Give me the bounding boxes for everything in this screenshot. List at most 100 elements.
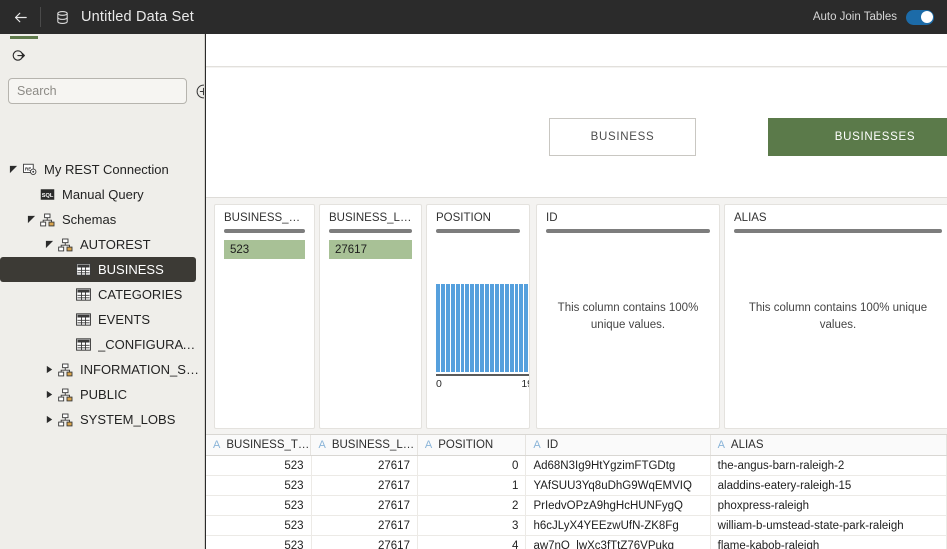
schema-icon — [58, 388, 73, 401]
profile-card-business-total[interactable]: BUSINESS_TOTAL 523 — [214, 204, 315, 429]
histogram-bar — [494, 284, 499, 372]
table-icon — [76, 263, 91, 276]
profile-card-position[interactable]: POSITION 0 19 — [426, 204, 530, 429]
table-cell: 4 — [418, 536, 527, 549]
refresh-connection-icon[interactable] — [8, 45, 28, 65]
twisty-collapsed-icon[interactable] — [45, 390, 54, 399]
profile-value-bar: 523 — [224, 240, 305, 259]
profile-card-id[interactable]: ID This column contains 100% unique value… — [536, 204, 720, 429]
twisty-collapsed-icon[interactable] — [45, 415, 54, 424]
grid-column-label: POSITION — [438, 439, 494, 451]
tree-item-system-lobs[interactable]: SYSTEM_LOBS — [0, 407, 204, 432]
grid-column-header[interactable]: A ALIAS — [711, 435, 947, 455]
column-type-icon: A — [424, 439, 433, 451]
join-diagram-pane: BUSINESS BUSINESSES — [206, 68, 947, 198]
data-set-main-panel: BUSINESS BUSINESSES BUSINESS_TOTAL523BUS… — [206, 34, 947, 549]
table-cell: 523 — [206, 456, 312, 475]
grid-column-label: BUSINESS_T… — [226, 439, 310, 451]
column-type-icon: A — [533, 439, 541, 451]
grid-body: 523 27617 0 Ad68N3Ig9HtYgzimFTGDtg the-angus… — [206, 456, 947, 549]
table-row[interactable]: 523 27617 1 YAfSUU3Yq8uDhG9WqEMVIQ aladdins-… — [206, 476, 947, 496]
histogram-bar — [514, 284, 519, 372]
join-target-table-button[interactable]: BUSINESSES — [768, 118, 947, 156]
table-row[interactable]: 523 27617 3 h6cJLyX4YEEzwUfN-ZK8Fg william-b… — [206, 516, 947, 536]
grid-column-header[interactable]: A BUSINESS_T… — [206, 435, 312, 455]
tree-twisty[interactable] — [42, 390, 56, 399]
table-icon — [76, 313, 91, 326]
tree-item-information-sc[interactable]: INFORMATION_SC… — [0, 357, 204, 382]
tree-item-label: My REST Connection — [44, 162, 169, 177]
profile-card-business-loc[interactable]: BUSINESS_LOC… 27617 — [319, 204, 422, 429]
svg-text:SQL: SQL — [42, 193, 54, 199]
schema-icon — [58, 363, 73, 376]
twisty-expanded-icon[interactable] — [45, 240, 54, 249]
tree-item-my-rest-connection[interactable]: RE My REST Connection — [0, 157, 204, 182]
histogram-bar — [470, 284, 475, 372]
tree-twisty[interactable] — [42, 240, 56, 249]
auto-join-tables-toggle[interactable] — [906, 9, 934, 25]
grid-column-header[interactable]: A ID — [526, 435, 711, 455]
table-icon — [74, 263, 93, 276]
title-bar-right-group: Auto Join Tables — [813, 9, 947, 25]
table-row[interactable]: 523 27617 4 aw7nO_lwXc3fTtZ76VPukg flame-kab… — [206, 536, 947, 549]
grid-column-header[interactable]: A BUSINESS_L… — [311, 435, 418, 455]
table-cell: 27617 — [312, 516, 418, 535]
profile-value-label: 27617 — [335, 243, 367, 256]
profile-card-alias[interactable]: ALIAS This column contains 100% unique va… — [724, 204, 947, 429]
search-input[interactable] — [8, 78, 187, 104]
schema-icon — [56, 238, 75, 252]
add-circle-icon[interactable] — [195, 83, 204, 100]
tree-item-manual-query[interactable]: SQL Manual Query — [0, 182, 204, 207]
histogram-bar — [460, 284, 465, 372]
table-cell: 523 — [206, 516, 312, 535]
tree-item-label: PUBLIC — [80, 387, 127, 402]
table-row[interactable]: 523 27617 0 Ad68N3Ig9HtYgzimFTGDtg the-angus… — [206, 456, 947, 476]
tree-item-business[interactable]: BUSINESS — [0, 257, 196, 282]
tree-twisty[interactable] — [24, 215, 38, 224]
tree-item-schemas[interactable]: Schemas — [0, 207, 204, 232]
twisty-collapsed-icon[interactable] — [45, 365, 54, 374]
histogram-bars — [436, 284, 529, 372]
sidebar-search-row — [8, 78, 204, 104]
twisty-expanded-icon[interactable] — [9, 165, 18, 174]
tree-item-label: INFORMATION_SC… — [80, 362, 200, 377]
tree-item-events[interactable]: EVENTS — [0, 307, 204, 332]
main-toolbar-strip — [206, 34, 947, 67]
table-cell: aw7nO_lwXc3fTtZ76VPukg — [526, 536, 711, 549]
histogram-bar — [475, 284, 480, 372]
join-source-table-button[interactable]: BUSINESS — [549, 118, 696, 156]
table-cell: 523 — [206, 476, 312, 495]
table-row[interactable]: 523 27617 2 PrIedvOPzA9hgHcHUNFygQ phoxpress… — [206, 496, 947, 516]
svg-text:RE: RE — [25, 166, 31, 171]
connection-tree: RE My REST Connection SQL Manual Query Schem… — [0, 112, 204, 549]
twisty-expanded-icon[interactable] — [27, 215, 36, 224]
tree-twisty[interactable] — [42, 365, 56, 374]
tree-item-categories[interactable]: CATEGORIES — [0, 282, 204, 307]
tree-item-public[interactable]: PUBLIC — [0, 382, 204, 407]
table-icon — [74, 313, 93, 326]
table-cell: 27617 — [312, 536, 418, 549]
grid-column-label: BUSINESS_L… — [331, 439, 415, 451]
tree-item-configurati[interactable]: _CONFIGURATI… — [0, 332, 204, 357]
back-button[interactable] — [0, 0, 40, 34]
table-cell: 2 — [418, 496, 527, 515]
application-window: Untitled Data Set Auto Join Tables Searc… — [0, 0, 947, 549]
tree-twisty[interactable] — [42, 415, 56, 424]
table-cell: flame-kabob-raleigh — [711, 536, 947, 549]
tree-item-autorest[interactable]: AUTOREST — [0, 232, 204, 257]
profile-card-title: BUSINESS_TOTAL — [224, 212, 314, 224]
table-icon — [74, 338, 93, 351]
page-title: Untitled Data Set — [81, 9, 195, 25]
grid-column-header[interactable]: A POSITION — [418, 435, 527, 455]
title-bar-divider — [40, 7, 41, 27]
unique-values-message: This column contains 100% unique values. — [557, 301, 699, 331]
table-cell: 27617 — [312, 496, 418, 515]
unique-values-message: This column contains 100% unique values. — [748, 301, 928, 331]
tree-twisty[interactable] — [6, 165, 20, 174]
tree-item-label: AUTOREST — [80, 237, 151, 252]
axis-tick-max: 19 — [521, 378, 529, 390]
table-cell: h6cJLyX4YEEzwUfN-ZK8Fg — [526, 516, 711, 535]
histogram-axis-ticks: 0 19 — [436, 378, 529, 390]
tree-item-label: _CONFIGURATI… — [98, 337, 200, 352]
schema-icon — [40, 213, 55, 226]
